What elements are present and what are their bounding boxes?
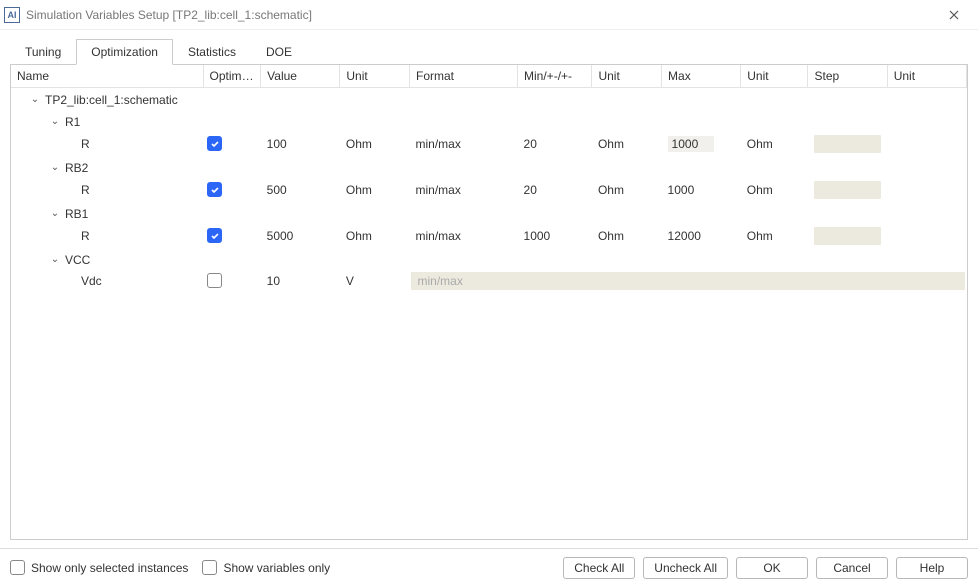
group-label: R1 [65,115,80,129]
unit1-cell[interactable]: Ohm [340,178,410,202]
col-optimize[interactable]: Optimize [203,65,261,87]
col-unit1[interactable]: Unit [340,65,410,87]
checkbox-icon [202,560,217,575]
var-name: R [81,229,90,243]
var-name: R [81,137,90,151]
unit2-cell[interactable]: Ohm [592,224,662,248]
window-title: Simulation Variables Setup [TP2_lib:cell… [26,8,312,22]
unit4-cell[interactable] [887,178,966,202]
max-cell[interactable]: 12000 [662,224,741,248]
optimize-checkbox[interactable] [207,273,222,288]
unit2-cell[interactable]: Ohm [592,132,662,156]
col-max[interactable]: Max [662,65,741,87]
ok-button[interactable]: OK [736,557,808,579]
format-disabled-span: min/max [409,270,966,292]
group-label: RB1 [65,207,88,221]
tree-root-label: TP2_lib:cell_1:schematic [45,93,178,107]
unit1-cell[interactable]: V [340,270,410,292]
unit1-cell[interactable]: Ohm [340,224,410,248]
variable-row[interactable]: R 5000 Ohm min/max 1000 Ohm 12000 Ohm [11,224,967,248]
tree-group-row[interactable]: ⌄ RB2 [11,156,967,178]
variables-table: Name Optimize Value Unit Format Min/+-/+… [11,65,967,292]
tab-bar: Tuning Optimization Statistics DOE [10,38,968,65]
close-icon [949,10,959,20]
tab-optimization[interactable]: Optimization [76,39,173,65]
format-cell[interactable]: min/max [409,224,517,248]
app-icon: AI [4,7,20,23]
chevron-down-icon: ⌄ [29,94,41,106]
unit4-cell[interactable] [887,224,966,248]
col-format[interactable]: Format [409,65,517,87]
tab-doe[interactable]: DOE [251,39,307,65]
titlebar: AI Simulation Variables Setup [TP2_lib:c… [0,0,978,30]
value-cell[interactable]: 100 [261,132,340,156]
optimize-checkbox[interactable] [207,136,222,151]
value-cell[interactable]: 500 [261,178,340,202]
variable-row[interactable]: R 500 Ohm min/max 20 Ohm 1000 Ohm [11,178,967,202]
col-step[interactable]: Step [808,65,887,87]
value-cell[interactable]: 10 [261,270,340,292]
unit4-cell[interactable] [887,132,966,156]
optimize-checkbox[interactable] [207,182,222,197]
col-min[interactable]: Min/+-/+- [518,65,592,87]
unit3-cell[interactable]: Ohm [741,224,808,248]
unit2-cell[interactable]: Ohm [592,178,662,202]
footer: Show only selected instances Show variab… [0,548,978,586]
col-unit3[interactable]: Unit [741,65,808,87]
show-selected-instances-checkbox[interactable]: Show only selected instances [10,560,188,575]
tree-group-row[interactable]: ⌄ VCC [11,248,967,270]
col-unit2[interactable]: Unit [592,65,662,87]
tree-group-row[interactable]: ⌄ RB1 [11,202,967,224]
help-button[interactable]: Help [896,557,968,579]
optimize-checkbox[interactable] [207,228,222,243]
step-cell[interactable] [808,178,887,202]
header-row: Name Optimize Value Unit Format Min/+-/+… [11,65,967,87]
max-cell[interactable]: 1000 [662,178,741,202]
chevron-down-icon: ⌄ [49,208,61,220]
variable-row[interactable]: Vdc 10 V min/max [11,270,967,292]
group-label: RB2 [65,161,88,175]
value-cell[interactable]: 5000 [261,224,340,248]
uncheck-all-button[interactable]: Uncheck All [643,557,728,579]
chevron-down-icon: ⌄ [49,116,61,128]
col-unit4[interactable]: Unit [887,65,966,87]
unit3-cell[interactable]: Ohm [741,178,808,202]
group-label: VCC [65,253,90,267]
variable-row[interactable]: R 100 Ohm min/max 20 Ohm 1000 Ohm [11,132,967,156]
var-name: R [81,183,90,197]
grid-panel: Name Optimize Value Unit Format Min/+-/+… [10,65,968,540]
format-cell[interactable]: min/max [409,178,517,202]
min-cell[interactable]: 1000 [518,224,592,248]
chevron-down-icon: ⌄ [49,162,61,174]
max-cell[interactable]: 1000 [662,132,741,156]
var-name: Vdc [81,274,102,288]
unit1-cell[interactable]: Ohm [340,132,410,156]
unit3-cell[interactable]: Ohm [741,132,808,156]
checkbox-icon [10,560,25,575]
min-cell[interactable]: 20 [518,178,592,202]
min-cell[interactable]: 20 [518,132,592,156]
step-cell[interactable] [808,132,887,156]
chevron-down-icon: ⌄ [49,254,61,266]
show-variables-label: Show variables only [223,561,330,575]
close-button[interactable] [934,1,974,29]
col-name[interactable]: Name [11,65,203,87]
check-all-button[interactable]: Check All [563,557,635,579]
format-cell[interactable]: min/max [409,132,517,156]
show-variables-only-checkbox[interactable]: Show variables only [202,560,330,575]
step-cell[interactable] [808,224,887,248]
tab-statistics[interactable]: Statistics [173,39,251,65]
cancel-button[interactable]: Cancel [816,557,888,579]
col-value[interactable]: Value [261,65,340,87]
tree-root-row[interactable]: ⌄ TP2_lib:cell_1:schematic [11,87,967,110]
tree-group-row[interactable]: ⌄ R1 [11,110,967,132]
show-selected-label: Show only selected instances [31,561,188,575]
tab-tuning[interactable]: Tuning [10,39,76,65]
